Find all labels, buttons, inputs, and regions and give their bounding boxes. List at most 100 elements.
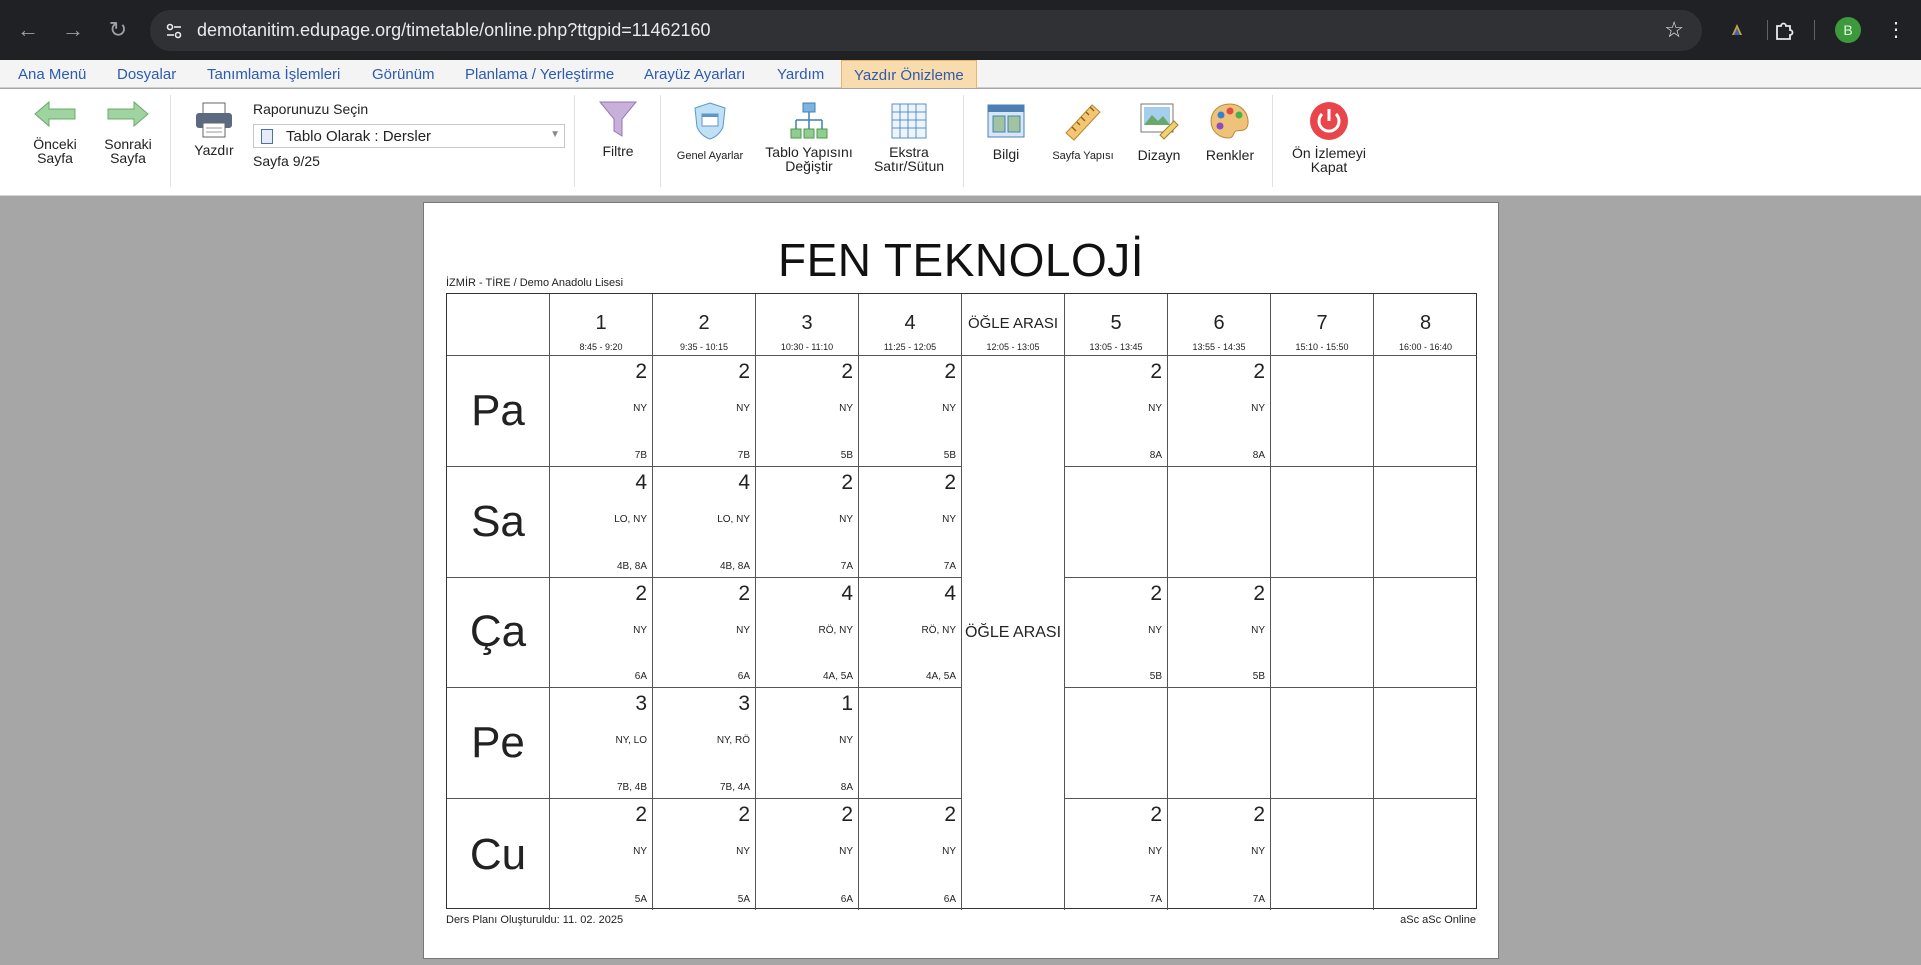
period-number: 8 xyxy=(1419,312,1432,334)
prev-page-button[interactable]: Önceki Sayfa xyxy=(18,99,92,165)
reload-icon[interactable]: ↻ xyxy=(102,14,134,46)
lesson-count: 2 xyxy=(841,803,853,827)
url-text[interactable]: demotanitim.edupage.org/timetable/online… xyxy=(197,20,711,41)
lesson-cell[interactable]: 4 LO, NY 4B, 8A xyxy=(550,466,653,578)
lesson-subject: NY xyxy=(1251,846,1265,858)
profile-avatar[interactable]: B xyxy=(1835,17,1861,43)
change-structure-button[interactable]: Tablo Yapısını Değiştir xyxy=(758,101,860,173)
lesson-class: 7A xyxy=(1252,893,1265,905)
period-number: 5 xyxy=(1110,312,1122,334)
ribbon-separator xyxy=(574,95,575,187)
lesson-count: 2 xyxy=(738,803,750,827)
extensions-puzzle-icon[interactable] xyxy=(1770,16,1798,44)
period-number: 3 xyxy=(801,312,813,334)
forward-icon[interactable]: → xyxy=(57,14,89,46)
lesson-cell[interactable]: 3 NY, RÖ 7B, 4A xyxy=(653,688,756,800)
period-number: 6 xyxy=(1213,312,1225,334)
lesson-cell[interactable]: 2 NY 8A xyxy=(1065,356,1168,467)
period-time: 9:35 - 10:15 xyxy=(679,342,729,352)
lesson-class: 4A, 5A xyxy=(822,671,853,683)
school-name: İZMİR - TİRE / Demo Anadolu Lisesi xyxy=(446,277,624,289)
period-label: ÖĞLE ARASI xyxy=(967,315,1059,332)
extra-row-column-button[interactable]: Ekstra Satır/Sütun xyxy=(868,101,950,173)
menu-dosyalar[interactable]: Dosyalar xyxy=(105,60,188,88)
lesson-count: 2 xyxy=(635,581,647,605)
extension-icon[interactable] xyxy=(1723,16,1751,44)
next-page-button[interactable]: Sonraki Sayfa xyxy=(92,99,164,165)
menu-planlama[interactable]: Planlama / Yerleştirme xyxy=(453,60,626,88)
empty-cell xyxy=(1271,466,1374,578)
lesson-cell[interactable]: 2 NY 5B xyxy=(1065,577,1168,689)
menu-ana-menu[interactable]: Ana Menü xyxy=(6,60,98,88)
period-number: 7 xyxy=(1316,312,1328,334)
lesson-cell[interactable]: 1 NY 8A xyxy=(756,688,859,800)
lesson-cell[interactable]: 2 NY 7B xyxy=(550,356,653,467)
bookmark-star-icon[interactable]: ☆ xyxy=(1664,17,1684,43)
lesson-cell[interactable]: 4 LO, NY 4B, 8A xyxy=(653,466,756,578)
empty-cell xyxy=(1168,688,1271,800)
back-icon[interactable]: ← xyxy=(12,14,44,46)
lesson-count: 4 xyxy=(738,470,750,494)
lesson-cell[interactable]: 2 NY 6A xyxy=(756,799,859,910)
lesson-cell[interactable]: 2 NY 6A xyxy=(550,577,653,689)
period-header: 5 13:05 - 13:45 xyxy=(1065,294,1168,356)
lesson-subject: NY xyxy=(736,624,750,636)
lesson-cell[interactable]: 4 RÖ, NY 4A, 5A xyxy=(756,577,859,689)
lesson-subject: LO, NY xyxy=(614,513,647,525)
close-preview-button[interactable]: Ön İzlemeyi Kapat xyxy=(1284,100,1374,174)
lesson-cell[interactable]: 2 NY 5A xyxy=(550,799,653,910)
page-setup-button[interactable]: Sayfa Yapısı xyxy=(1046,101,1120,163)
lesson-cell[interactable]: 3 NY, LO 7B, 4B xyxy=(550,688,653,800)
day-name: Pe xyxy=(471,718,525,768)
lesson-cell[interactable]: 2 NY 5B xyxy=(1168,577,1271,689)
lesson-cell[interactable]: 2 NY 6A xyxy=(653,577,756,689)
ribbon-separator xyxy=(963,95,964,187)
menu-gorunum[interactable]: Görünüm xyxy=(360,60,447,88)
lesson-cell[interactable]: 2 NY 7A xyxy=(756,466,859,578)
arrow-left-icon xyxy=(34,100,76,128)
lesson-cell[interactable]: 2 NY 7A xyxy=(1168,799,1271,910)
funnel-icon xyxy=(598,101,638,137)
palette-icon xyxy=(1210,103,1249,139)
design-button[interactable]: Dizayn xyxy=(1128,101,1190,162)
browser-menu-icon[interactable]: ⋮ xyxy=(1886,14,1906,46)
lesson-cell[interactable]: 2 NY 7B xyxy=(653,356,756,467)
print-button[interactable]: Yazdır xyxy=(184,101,244,157)
lesson-cell[interactable]: 2 NY 5A xyxy=(653,799,756,910)
lesson-cell[interactable]: 2 NY 5B xyxy=(756,356,859,467)
filter-button[interactable]: Filtre xyxy=(586,99,650,158)
grid-icon xyxy=(891,103,927,139)
site-info-icon[interactable] xyxy=(164,21,184,41)
lesson-cell[interactable]: 2 NY 5B xyxy=(859,356,962,467)
lesson-count: 2 xyxy=(1150,360,1162,383)
lesson-cell[interactable]: 2 NY 6A xyxy=(859,799,962,910)
menu-yazdir-onizleme[interactable]: Yazdır Önizleme xyxy=(841,60,977,88)
lunch-break-label: ÖĞLE ARASI xyxy=(964,624,1062,641)
lesson-cell[interactable]: 2 NY 7A xyxy=(859,466,962,578)
day-header: Ça xyxy=(447,577,550,689)
browser-toolbar: ← → ↻ demotanitim.edupage.org/timetable/… xyxy=(0,0,1921,60)
address-bar[interactable]: demotanitim.edupage.org/timetable/online… xyxy=(150,10,1702,51)
menu-arayuz[interactable]: Arayüz Ayarları xyxy=(632,60,757,88)
period-number: 1 xyxy=(595,312,607,334)
lesson-count: 2 xyxy=(944,470,956,494)
lesson-subject: NY xyxy=(1148,403,1162,414)
menu-tanimlama[interactable]: Tanımlama İşlemleri xyxy=(195,60,352,88)
general-settings-button[interactable]: Genel Ayarlar xyxy=(672,101,748,163)
lesson-cell[interactable]: 2 NY 8A xyxy=(1168,356,1271,467)
menu-yardim[interactable]: Yardım xyxy=(765,60,836,88)
report-select[interactable]: Tablo Olarak : Dersler ▼ xyxy=(253,124,565,148)
page-indicator: Sayfa 9/25 xyxy=(253,153,320,169)
lesson-cell[interactable]: 4 RÖ, NY 4A, 5A xyxy=(859,577,962,689)
lesson-count: 2 xyxy=(1150,581,1162,605)
empty-cell xyxy=(1374,467,1477,578)
info-button[interactable]: Bilgi xyxy=(976,103,1036,161)
toolbar-divider xyxy=(1814,20,1815,40)
lesson-class: 7B xyxy=(634,449,647,461)
lesson-cell[interactable]: 2 NY 7A xyxy=(1065,799,1168,910)
day-name: Pa xyxy=(471,385,525,435)
lesson-subject: NY xyxy=(839,846,853,858)
lesson-subject: NY, RÖ xyxy=(716,735,750,747)
lesson-class: 5B xyxy=(943,449,956,461)
colors-button[interactable]: Renkler xyxy=(1198,101,1262,162)
